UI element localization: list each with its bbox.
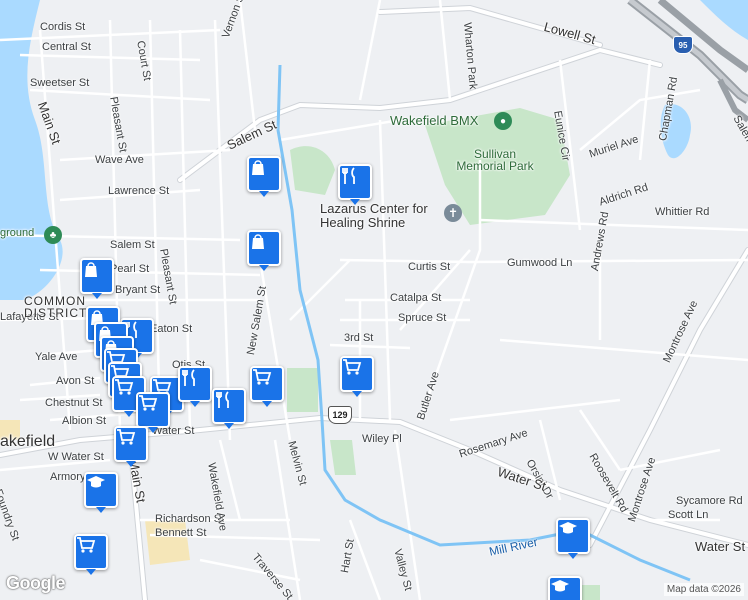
place-label-bmx[interactable]: Wakefield BMX [390,114,478,127]
shopping-cart-icon [343,359,362,375]
shopping-bag-icon [252,160,264,175]
place-label-common: COMMON DISTRICT [24,294,88,320]
school-marker[interactable] [548,576,582,600]
school-marker[interactable] [84,472,118,513]
map-attribution[interactable]: Map data ©2026 [663,583,744,596]
shopping-cart-icon [77,537,96,553]
fork-knife-icon [182,369,195,386]
school-marker[interactable] [556,518,590,559]
street-label-sycamore: Sycamore Rd [676,495,743,507]
fork-knife-icon [216,391,229,408]
street-label-central: Central St [42,41,91,53]
street-label-albion: Albion St [62,415,107,427]
shopping-cart-icon [139,395,158,411]
restaurant-marker[interactable] [178,366,212,407]
shopping-cart-marker[interactable] [114,426,148,467]
graduation-cap-icon [87,476,105,488]
street-label-avon: Avon St [56,375,95,387]
shopping-cart-marker[interactable] [250,366,284,407]
shopping-cart-icon [115,379,134,395]
street-label-wiley: Wiley Pl [362,433,402,445]
google-logo: Google [6,573,66,593]
shopping-cart-marker[interactable] [136,392,170,433]
street-label-3rd: 3rd St [344,332,374,344]
street-label-cordis: Cordis St [40,21,86,33]
place-label-town: akefield [0,433,56,450]
street-label-catalpa: Catalpa St [390,292,442,304]
street-label-spruce: Spruce St [398,312,447,324]
street-label-bryant: Bryant St [115,284,161,296]
shopping-bag-marker[interactable] [247,230,281,271]
graduation-cap-icon [559,522,577,534]
bmx-icon[interactable]: ● [494,112,512,130]
tree-icon: ♣ [44,226,62,244]
street-label-whittier: Whittier Rd [655,206,710,218]
shopping-cart-marker[interactable] [74,534,108,575]
place-label-park[interactable]: Sullivan Memorial Park [450,148,540,172]
shopping-bag-marker[interactable] [247,156,281,197]
street-label-curtis: Curtis St [408,261,451,273]
restaurant-marker[interactable] [212,388,246,429]
street-label-sweetser: Sweetser St [30,77,90,89]
street-label-gumwood: Gumwood Ln [507,257,573,269]
place-label-playground: ground [0,227,35,239]
shopping-bag-icon [85,262,97,277]
church-cross-icon[interactable]: ✝ [444,204,462,222]
street-label-scott: Scott Ln [668,509,709,521]
interstate-95-shield: 95 [673,36,693,54]
street-label-yale: Yale Ave [35,351,78,363]
map-canvas[interactable]: Cordis St Central St Sweetser St Wave Av… [0,0,748,600]
street-label-water-far: Water St [695,539,746,554]
graduation-cap-icon [551,580,569,592]
shopping-bag-marker[interactable] [80,258,114,299]
street-label-chestnut: Chestnut St [45,397,103,409]
shopping-bag-icon [252,234,264,249]
street-label-salem-west: Salem St [110,239,155,251]
street-label-bennett: Bennett St [155,527,207,539]
place-label-church[interactable]: Lazarus Center for Healing Shrine [320,201,450,231]
street-label-pearl: Pearl St [110,263,150,275]
street-label-eaton: Eaton St [150,323,193,335]
shopping-cart-icon [253,369,272,385]
fork-knife-icon [342,167,355,184]
street-label-lawrence: Lawrence St [108,185,170,197]
route-129-shield: 129 [328,406,352,424]
street-label-wave: Wave Ave [95,154,144,166]
shopping-cart-icon [117,429,136,445]
shopping-cart-marker[interactable] [340,356,374,397]
restaurant-marker[interactable] [338,164,372,205]
street-label-w-water: W Water St [48,451,104,463]
